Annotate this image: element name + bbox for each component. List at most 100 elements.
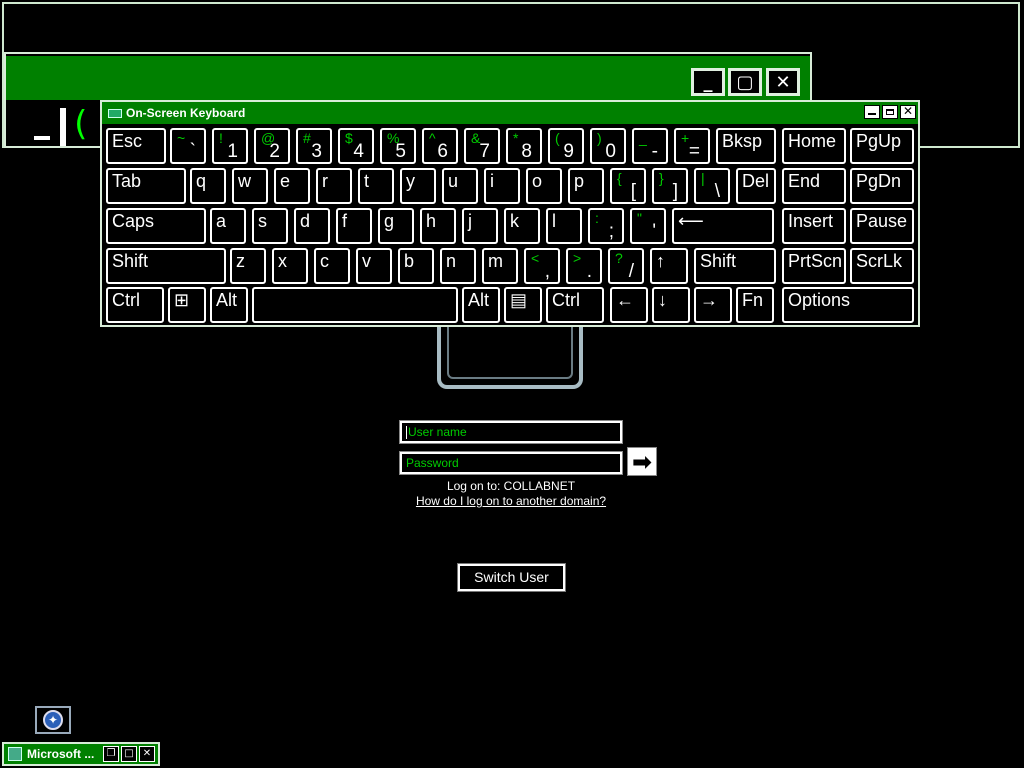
key-x[interactable]: x — [272, 248, 308, 284]
key-⟵[interactable]: ⟵ — [672, 208, 774, 244]
key-9[interactable]: (9 — [548, 128, 584, 164]
key-j[interactable]: j — [462, 208, 498, 244]
key-m[interactable]: m — [482, 248, 518, 284]
windows-key[interactable]: ⊞ — [168, 287, 206, 323]
key-shift[interactable]: Shift — [106, 248, 226, 284]
key-5[interactable]: % 5 — [380, 128, 416, 164]
key-esc[interactable]: Esc — [106, 128, 166, 164]
taskbar-item-microsoft[interactable]: Microsoft ... ❐ □ ✕ — [2, 742, 160, 766]
key-label: g — [384, 211, 395, 231]
key-k[interactable]: k — [504, 208, 540, 244]
username-field[interactable]: User name — [399, 420, 623, 444]
key-q[interactable]: q — [190, 168, 226, 204]
maximize-icon[interactable]: □ — [121, 746, 137, 762]
key-7[interactable]: & 7 — [464, 128, 500, 164]
key-d[interactable]: d — [294, 208, 330, 244]
key-g[interactable]: g — [378, 208, 414, 244]
key-s[interactable]: s — [252, 208, 288, 244]
key-8[interactable]: * 8 — [506, 128, 542, 164]
key-fn[interactable]: Fn — [736, 287, 774, 323]
key-insert[interactable]: Insert — [782, 208, 846, 244]
key-ctrl[interactable]: Ctrl — [546, 287, 604, 323]
key-caps[interactable]: Caps — [106, 208, 206, 244]
key-pause[interactable]: Pause — [850, 208, 914, 244]
key-ctrl[interactable]: Ctrl — [106, 287, 164, 323]
key-t[interactable]: t — [358, 168, 394, 204]
key-→[interactable]: → — [694, 287, 732, 323]
key-2[interactable]: @2 — [254, 128, 290, 164]
ease-of-access-button[interactable]: ✦ — [35, 706, 71, 734]
key-i[interactable]: i — [484, 168, 520, 204]
background-window-titlebar[interactable]: _ ▢ ✕ — [6, 56, 810, 100]
key-↑[interactable]: ↑ — [650, 248, 688, 284]
key-e[interactable]: e — [274, 168, 310, 204]
key-=[interactable]: + = — [674, 128, 710, 164]
key-`[interactable]: ~ ` — [170, 128, 206, 164]
key-label: Pause — [856, 211, 908, 231]
key-6[interactable]: ^ 6 — [422, 128, 458, 164]
osk-close-button[interactable] — [900, 104, 916, 119]
key-↓[interactable]: ↓ — [652, 287, 690, 323]
minimize-icon[interactable]: _ — [691, 68, 725, 96]
key-shift[interactable]: Shift — [694, 248, 776, 284]
close-icon[interactable]: ✕ — [766, 68, 800, 96]
key-del[interactable]: Del — [736, 168, 776, 204]
key-prtscn[interactable]: PrtScn — [782, 248, 846, 284]
key-u[interactable]: u — [442, 168, 478, 204]
switch-user-button[interactable]: Switch User — [457, 563, 566, 592]
key-0[interactable]: ) 0 — [590, 128, 626, 164]
key-][interactable]: }] — [652, 168, 688, 204]
key-z[interactable]: z — [230, 248, 266, 284]
key-y[interactable]: y — [400, 168, 436, 204]
another-domain-link[interactable]: How do I log on to another domain? — [400, 494, 622, 508]
key-[[interactable]: {[ — [610, 168, 646, 204]
key--[interactable]: _ - — [632, 128, 668, 164]
key-alt[interactable]: Alt — [210, 287, 248, 323]
key-1[interactable]: ! 1 — [212, 128, 248, 164]
key-tab[interactable]: Tab — [106, 168, 186, 204]
key-label: z — [236, 251, 245, 271]
key-scrlk[interactable]: ScrLk — [850, 248, 914, 284]
key-;[interactable]: :; — [588, 208, 624, 244]
menu-key[interactable]: ▤ — [504, 287, 542, 323]
osk-titlebar[interactable]: On-Screen Keyboard — [102, 102, 918, 124]
restore-icon[interactable]: ❐ — [103, 746, 119, 762]
key-alt[interactable]: Alt — [462, 287, 500, 323]
key-end[interactable]: End — [782, 168, 846, 204]
key-pgup[interactable]: PgUp — [850, 128, 914, 164]
key-v[interactable]: v — [356, 248, 392, 284]
submit-arrow-button[interactable]: ➡ — [627, 447, 657, 476]
key-home[interactable]: Home — [782, 128, 846, 164]
key-pgdn[interactable]: PgDn — [850, 168, 914, 204]
key-n[interactable]: n — [440, 248, 476, 284]
key-c[interactable]: c — [314, 248, 350, 284]
key-h[interactable]: h — [420, 208, 456, 244]
key-w[interactable]: w — [232, 168, 268, 204]
osk-maximize-button[interactable] — [882, 105, 898, 119]
key-'[interactable]: " ' — [630, 208, 666, 244]
key-/[interactable]: ? / — [608, 248, 644, 284]
osk-minimize-button[interactable] — [864, 105, 880, 119]
key-label: y — [406, 171, 415, 191]
key-p[interactable]: p — [568, 168, 604, 204]
password-field[interactable]: Password — [399, 451, 623, 475]
key-,[interactable]: <, — [524, 248, 560, 284]
key-←[interactable]: ← — [610, 287, 648, 323]
key-o[interactable]: o — [526, 168, 562, 204]
key-bksp[interactable]: Bksp — [716, 128, 776, 164]
key-label: Fn — [742, 290, 764, 310]
maximize-icon[interactable]: ▢ — [728, 68, 762, 96]
key-4[interactable]: $4 — [338, 128, 374, 164]
key-\[interactable]: | \ — [694, 168, 730, 204]
close-icon[interactable]: ✕ — [139, 746, 155, 762]
space-key[interactable] — [252, 287, 458, 323]
key-l[interactable]: l — [546, 208, 582, 244]
key-options[interactable]: Options — [782, 287, 914, 323]
key-.[interactable]: >. — [566, 248, 602, 284]
key-shift-glyph: | — [701, 170, 705, 186]
key-f[interactable]: f — [336, 208, 372, 244]
key-r[interactable]: r — [316, 168, 352, 204]
key-a[interactable]: a — [210, 208, 246, 244]
key-3[interactable]: #3 — [296, 128, 332, 164]
key-b[interactable]: b — [398, 248, 434, 284]
